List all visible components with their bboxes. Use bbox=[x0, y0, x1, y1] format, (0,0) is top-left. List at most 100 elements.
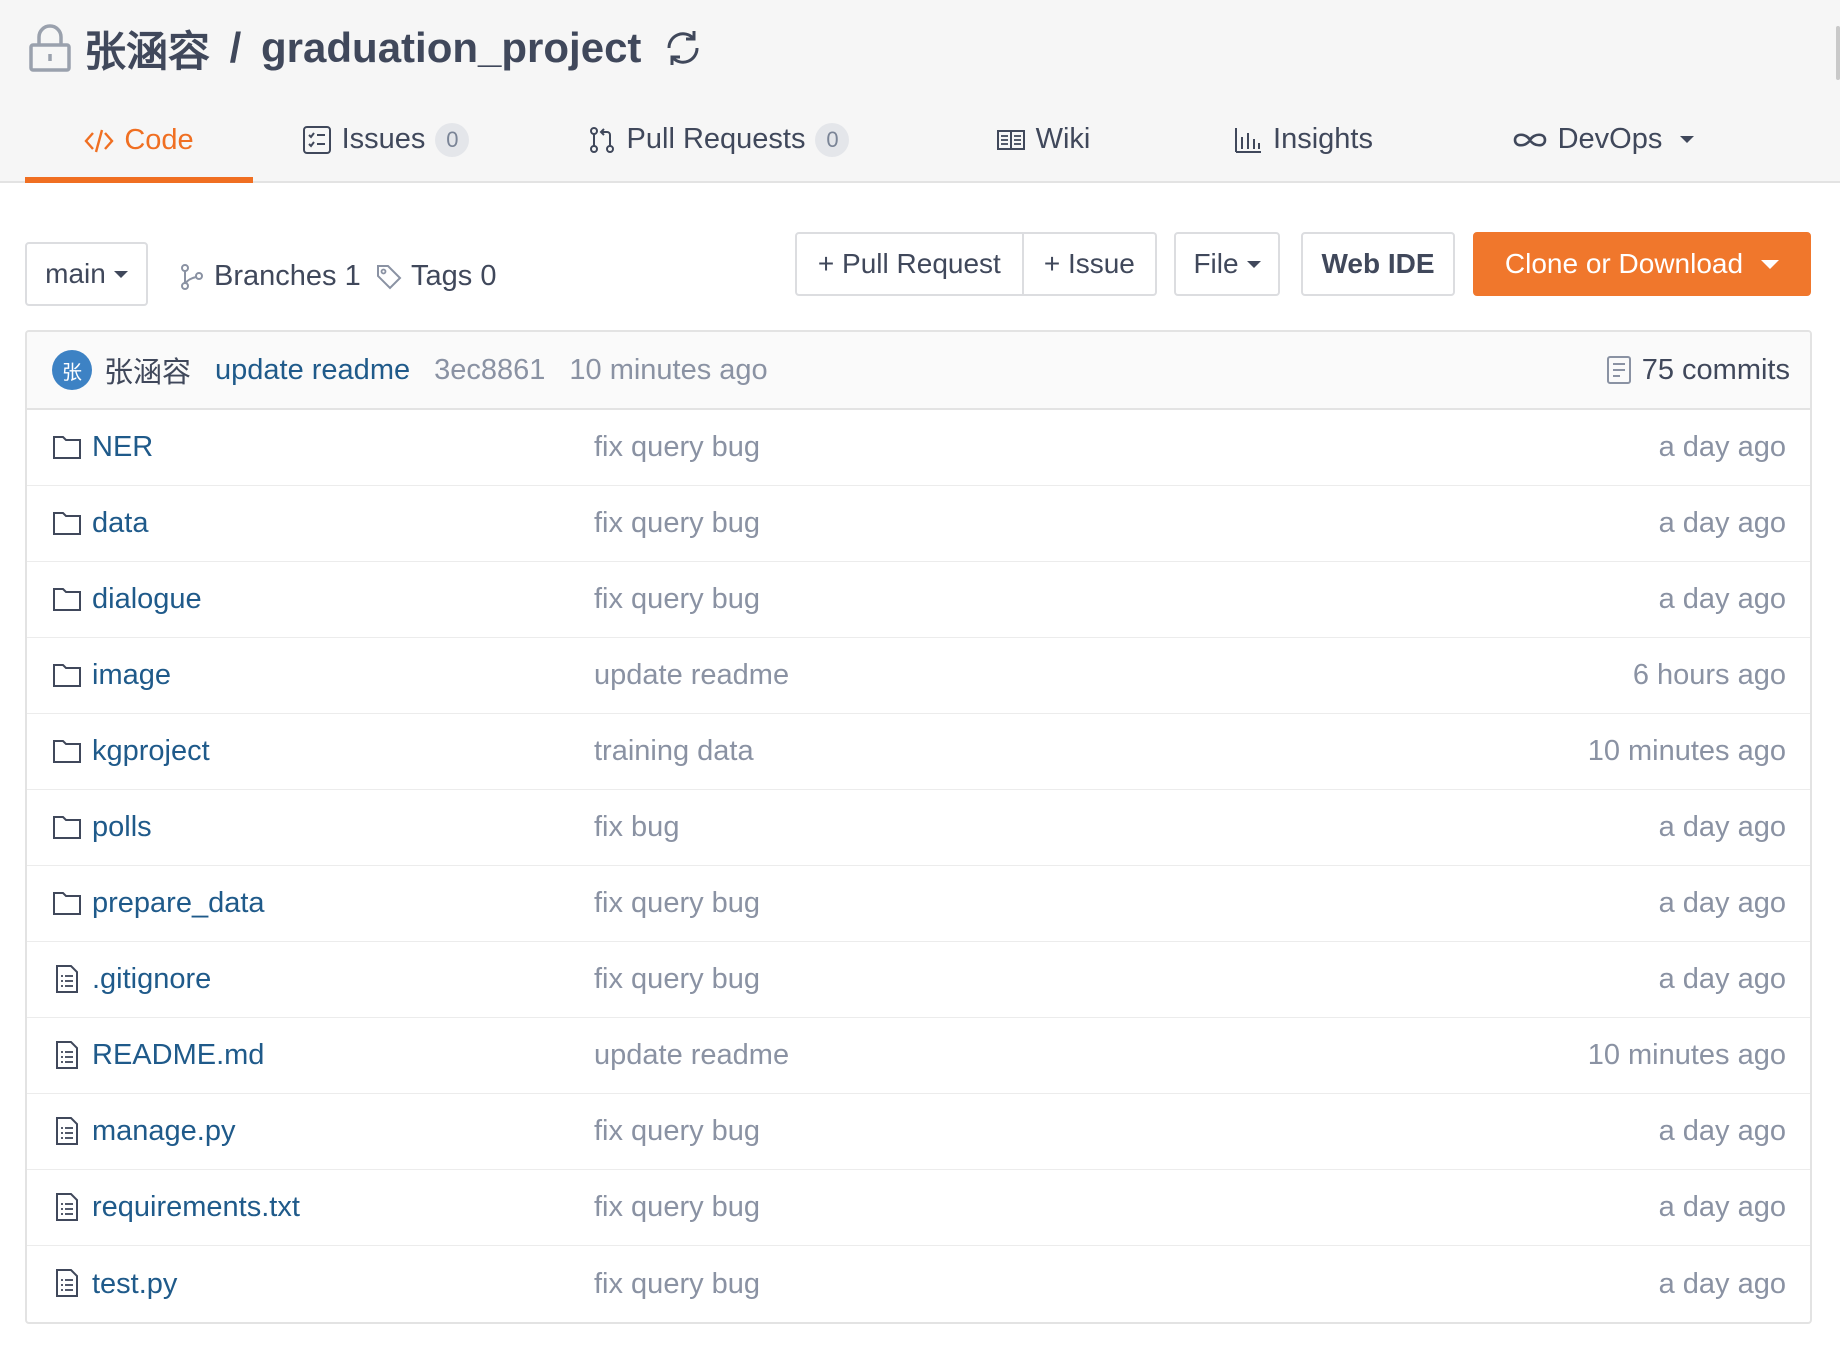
file-name-link[interactable]: kgproject bbox=[92, 735, 210, 768]
file-icon bbox=[56, 1269, 78, 1297]
file-name-link[interactable]: NER bbox=[92, 431, 153, 464]
file-commit-message[interactable]: fix query bug bbox=[594, 1268, 760, 1301]
file-commit-message[interactable]: fix bug bbox=[594, 811, 679, 844]
file-dropdown-button[interactable]: File bbox=[1174, 232, 1280, 296]
clone-download-label: Clone or Download bbox=[1504, 248, 1744, 279]
create-button-group: + Pull Request + Issue bbox=[795, 232, 1157, 296]
folder-icon bbox=[53, 892, 81, 915]
infinity-icon bbox=[1513, 132, 1546, 147]
file-commit-message[interactable]: fix query bug bbox=[594, 1115, 760, 1148]
file-updated-time: 6 hours ago bbox=[1632, 659, 1786, 691]
file-name-link[interactable]: prepare_data bbox=[92, 887, 265, 920]
repo-owner-link[interactable]: 张涵容 bbox=[84, 18, 210, 79]
file-name-link[interactable]: .gitignore bbox=[92, 963, 211, 996]
file-icon bbox=[56, 965, 78, 993]
code-icon bbox=[84, 129, 114, 152]
chevron-down-icon bbox=[1246, 260, 1261, 268]
commit-author[interactable]: 张涵容 bbox=[104, 349, 191, 391]
new-pull-request-button[interactable]: + Pull Request bbox=[795, 232, 1024, 296]
file-updated-time: a day ago bbox=[1658, 1115, 1786, 1147]
file-name-link[interactable]: README.md bbox=[92, 1039, 264, 1072]
file-updated-time: a day ago bbox=[1658, 811, 1786, 843]
file-row: manage.py fix query bug a day ago bbox=[27, 1094, 1810, 1170]
tab-wiki-label: Wiki bbox=[1035, 123, 1091, 155]
folder-icon bbox=[53, 512, 81, 535]
commit-sha[interactable]: 3ec8861 bbox=[434, 354, 545, 387]
file-row: requirements.txt fix query bug a day ago bbox=[27, 1170, 1810, 1246]
sync-icon bbox=[667, 31, 699, 65]
file-updated-time: 10 minutes ago bbox=[1587, 735, 1786, 767]
file-commit-message[interactable]: fix query bug bbox=[594, 507, 760, 540]
file-name-link[interactable]: image bbox=[92, 659, 171, 692]
commits-count-label: 75 commits bbox=[1641, 353, 1790, 386]
chevron-down-icon bbox=[113, 270, 128, 278]
file-commit-message[interactable]: fix query bug bbox=[594, 887, 760, 920]
branch-select-label: main bbox=[45, 258, 106, 289]
file-updated-time: a day ago bbox=[1658, 583, 1786, 615]
file-name-link[interactable]: polls bbox=[92, 811, 152, 844]
file-row: kgproject training data 10 minutes ago bbox=[27, 714, 1810, 790]
pull-requests-count-badge: 0 bbox=[815, 122, 850, 157]
tag-icon bbox=[377, 264, 402, 289]
file-commit-message[interactable]: update readme bbox=[594, 1039, 789, 1072]
tab-code[interactable]: Code bbox=[25, 98, 253, 183]
repo-tabs: Code Issues 0 Pull Requests 0 Wiki Insig… bbox=[25, 98, 1815, 183]
branches-label: Branches 1 bbox=[214, 260, 361, 292]
file-row: test.py fix query bug a day ago bbox=[27, 1246, 1810, 1322]
file-updated-time: a day ago bbox=[1658, 887, 1786, 919]
file-icon bbox=[56, 1117, 78, 1145]
tab-issues[interactable]: Issues 0 bbox=[253, 98, 518, 181]
repo-title: 张涵容 / graduation_project bbox=[28, 20, 705, 76]
file-name-link[interactable]: data bbox=[92, 507, 148, 540]
repo-separator: / bbox=[218, 24, 254, 71]
file-icon bbox=[56, 1041, 78, 1069]
file-row: polls fix bug a day ago bbox=[27, 790, 1810, 866]
file-row: dialogue fix query bug a day ago bbox=[27, 562, 1810, 638]
commit-message-link[interactable]: update readme bbox=[215, 354, 410, 387]
file-name-link[interactable]: requirements.txt bbox=[92, 1191, 300, 1224]
file-commit-message[interactable]: fix query bug bbox=[594, 431, 760, 464]
latest-commit-bar: 张 张涵容 update readme 3ec8861 10 minutes a… bbox=[27, 332, 1810, 410]
file-updated-time: 10 minutes ago bbox=[1587, 1039, 1786, 1071]
folder-icon bbox=[53, 436, 81, 459]
clone-download-button[interactable]: Clone or Download bbox=[1473, 232, 1811, 296]
file-updated-time: a day ago bbox=[1658, 963, 1786, 995]
pull-request-icon bbox=[589, 126, 614, 153]
file-commit-message[interactable]: fix query bug bbox=[594, 1191, 760, 1224]
scroll-edge bbox=[1836, 26, 1840, 80]
file-rows: NER fix query bug a day ago data fix que… bbox=[27, 410, 1810, 1322]
file-commit-message[interactable]: training data bbox=[594, 735, 754, 768]
file-commit-message[interactable]: update readme bbox=[594, 659, 789, 692]
repo-name-link[interactable]: graduation_project bbox=[261, 24, 641, 72]
tab-insights-label: Insights bbox=[1273, 123, 1373, 155]
file-updated-time: a day ago bbox=[1658, 507, 1786, 539]
branches-link[interactable]: Branches 1 bbox=[178, 260, 361, 293]
folder-icon bbox=[53, 740, 81, 763]
commits-icon bbox=[1606, 356, 1631, 384]
tab-code-label: Code bbox=[124, 124, 194, 156]
file-commit-message[interactable]: fix query bug bbox=[594, 963, 760, 996]
file-name-link[interactable]: dialogue bbox=[92, 583, 202, 616]
tab-pull-requests[interactable]: Pull Requests 0 bbox=[518, 98, 918, 181]
tab-devops-label: DevOps bbox=[1557, 123, 1663, 155]
wiki-icon bbox=[996, 129, 1025, 150]
branch-select[interactable]: main bbox=[25, 242, 148, 306]
tab-insights[interactable]: Insights bbox=[1168, 98, 1438, 181]
file-row: NER fix query bug a day ago bbox=[27, 410, 1810, 486]
file-row: .gitignore fix query bug a day ago bbox=[27, 942, 1810, 1018]
commits-link[interactable]: 75 commits bbox=[1606, 332, 1790, 408]
tags-label: Tags 0 bbox=[411, 260, 497, 292]
file-list-panel: 张 张涵容 update readme 3ec8861 10 minutes a… bbox=[25, 330, 1812, 1324]
avatar[interactable]: 张 bbox=[52, 350, 92, 390]
tab-issues-label: Issues bbox=[341, 123, 426, 155]
folder-icon bbox=[53, 816, 81, 839]
new-issue-button[interactable]: + Issue bbox=[1023, 232, 1157, 296]
issues-icon bbox=[302, 125, 331, 154]
file-commit-message[interactable]: fix query bug bbox=[594, 583, 760, 616]
file-name-link[interactable]: manage.py bbox=[92, 1115, 236, 1148]
tab-wiki[interactable]: Wiki bbox=[918, 98, 1168, 181]
tags-link[interactable]: Tags 0 bbox=[375, 260, 496, 293]
tab-devops[interactable]: DevOps bbox=[1438, 98, 1768, 181]
web-ide-button[interactable]: Web IDE bbox=[1301, 232, 1455, 296]
file-name-link[interactable]: test.py bbox=[92, 1268, 177, 1301]
